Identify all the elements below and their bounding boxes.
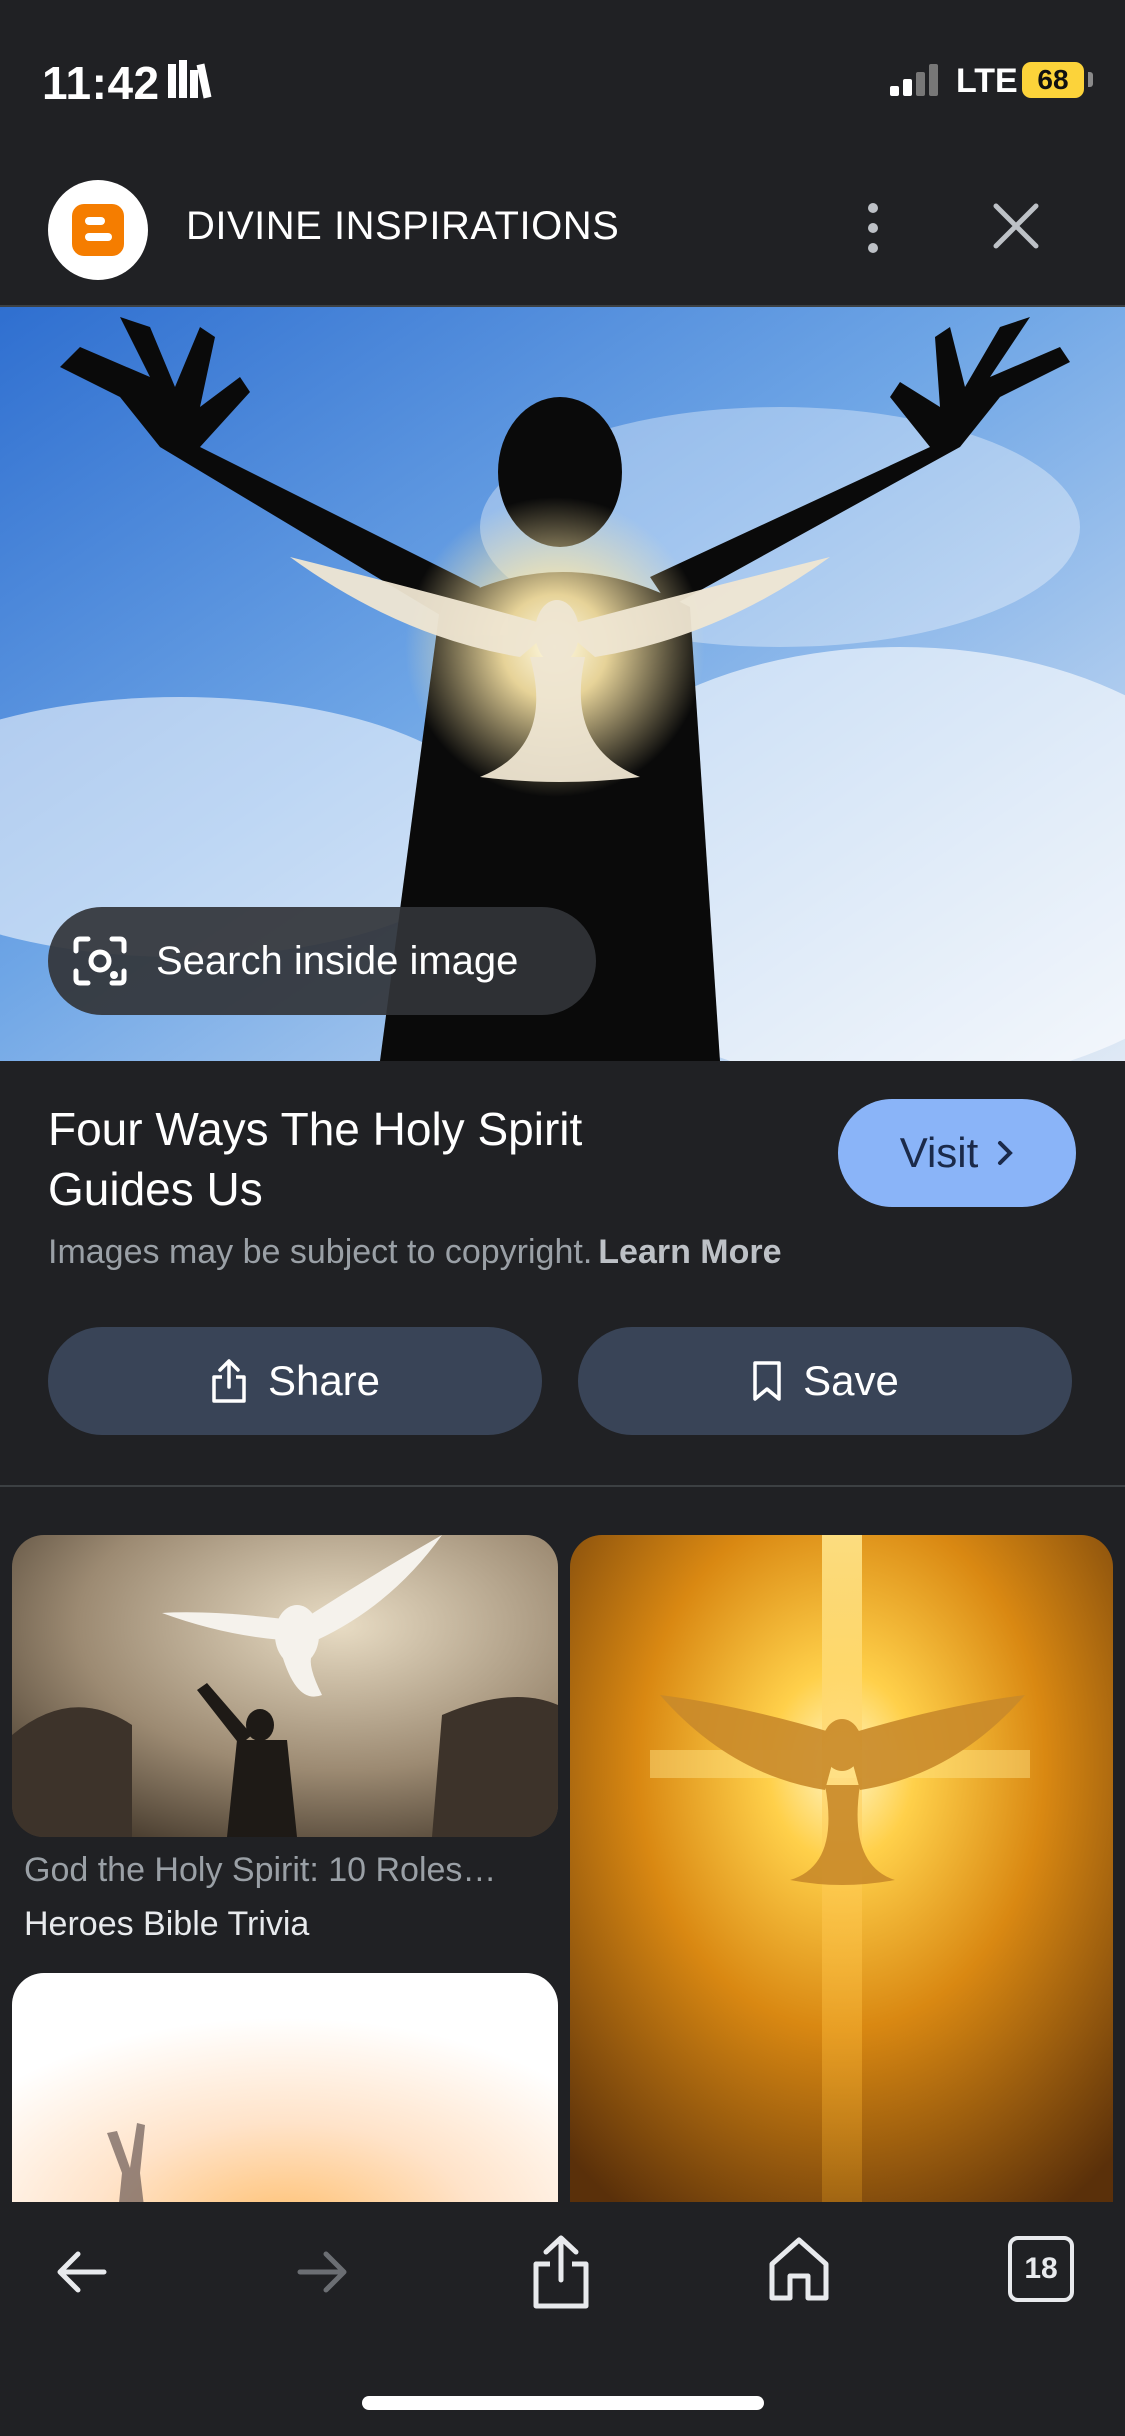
blogger-logo-icon[interactable] bbox=[48, 180, 148, 280]
copyright-text: Images may be subject to copyright. bbox=[48, 1233, 593, 1271]
save-label: Save bbox=[803, 1357, 899, 1404]
related-source-1[interactable]: Heroes Bible Trivia bbox=[24, 1905, 309, 1944]
signal-strength-icon bbox=[890, 64, 942, 101]
tab-count: 18 bbox=[1008, 2236, 1074, 2302]
battery-tip bbox=[1088, 72, 1093, 87]
related-caption-1[interactable]: God the Holy Spirit: 10 Roles… bbox=[24, 1851, 554, 1890]
forward-arrow-icon[interactable] bbox=[292, 2242, 352, 2307]
learn-more-link[interactable]: Learn More bbox=[598, 1233, 781, 1271]
copyright-notice: Images may be subject to copyright. Learn… bbox=[48, 1233, 782, 1272]
share-icon bbox=[210, 1357, 248, 1405]
books-icon bbox=[168, 60, 214, 105]
search-inside-image-button[interactable]: Search inside image bbox=[48, 907, 596, 1015]
home-indicator[interactable] bbox=[362, 2396, 764, 2410]
share-icon[interactable] bbox=[528, 2232, 594, 2317]
hero-image[interactable]: Search inside image bbox=[0, 307, 1125, 1061]
search-inside-image-label: Search inside image bbox=[156, 938, 519, 983]
related-image-2[interactable] bbox=[570, 1535, 1113, 2202]
related-image-2-art bbox=[570, 1535, 1113, 2202]
result-info: Four Ways The Holy Spirit Guides Us Visi… bbox=[0, 1061, 1125, 1487]
save-button[interactable]: Save bbox=[578, 1327, 1072, 1435]
network-type: LTE bbox=[956, 62, 1018, 100]
battery-icon: 68 bbox=[1022, 62, 1084, 98]
visit-label: Visit bbox=[899, 1129, 979, 1176]
battery-level: 68 bbox=[1037, 64, 1069, 95]
lens-icon bbox=[72, 935, 128, 987]
site-header: DIVINE INSPIRATIONS bbox=[0, 150, 1125, 307]
share-label: Share bbox=[267, 1357, 381, 1404]
more-options-icon[interactable] bbox=[858, 198, 888, 263]
bookmark-icon bbox=[751, 1359, 783, 1403]
site-title[interactable]: DIVINE INSPIRATIONS bbox=[186, 204, 619, 249]
related-images: God the Holy Spirit: 10 Roles… Heroes Bi… bbox=[0, 1487, 1125, 2202]
page-title[interactable]: Four Ways The Holy Spirit Guides Us bbox=[48, 1099, 648, 1219]
status-bar: 11:42 LTE 68 bbox=[0, 0, 1125, 150]
chevron-right-icon bbox=[996, 1129, 1014, 1177]
tab-switcher-button[interactable]: 18 bbox=[1008, 2236, 1074, 2302]
related-image-3[interactable] bbox=[12, 1973, 558, 2202]
visit-button[interactable]: Visit bbox=[838, 1099, 1076, 1207]
status-time: 11:42 bbox=[42, 57, 160, 109]
related-image-1[interactable] bbox=[12, 1535, 558, 1837]
home-icon[interactable] bbox=[766, 2234, 832, 2309]
related-image-3-art bbox=[12, 1973, 558, 2202]
related-image-1-art bbox=[12, 1535, 558, 1837]
share-button[interactable]: Share bbox=[48, 1327, 542, 1435]
close-icon[interactable] bbox=[990, 200, 1042, 257]
back-arrow-icon[interactable] bbox=[52, 2242, 112, 2307]
